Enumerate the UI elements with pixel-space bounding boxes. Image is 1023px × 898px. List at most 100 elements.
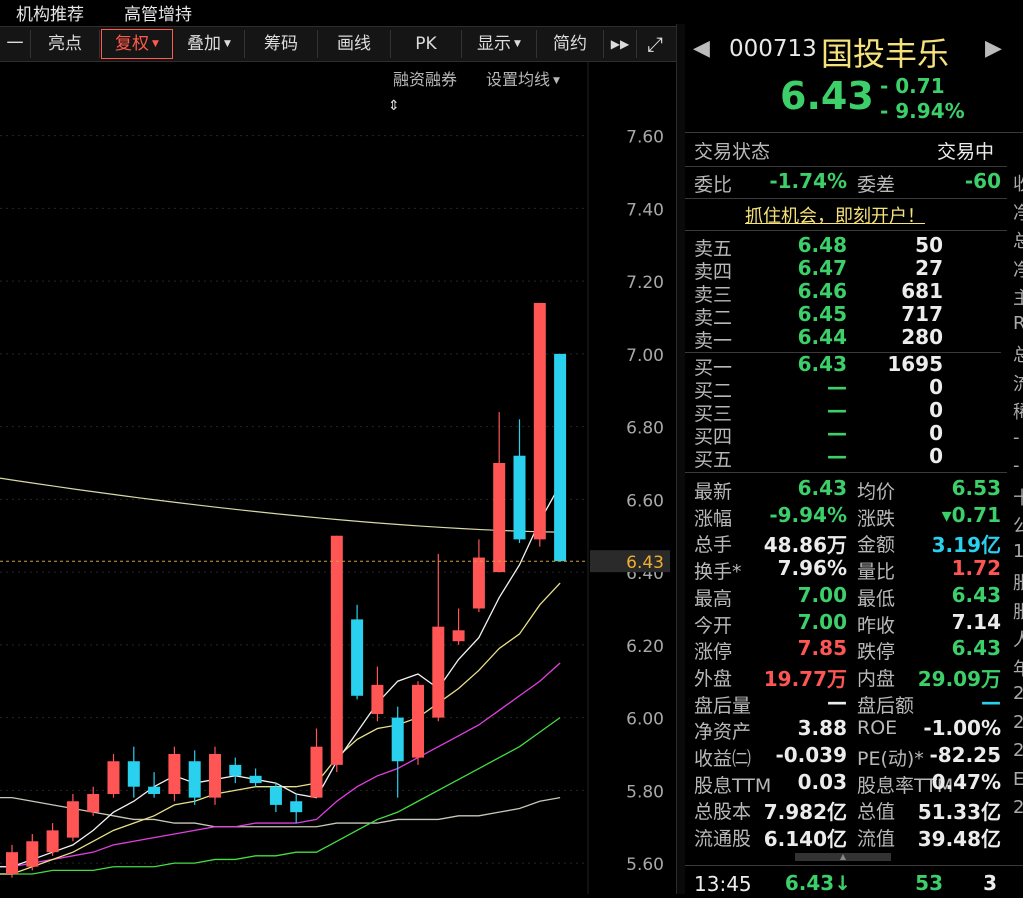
candle-body xyxy=(6,852,18,874)
y-tick-label: 6.00 xyxy=(626,710,664,730)
order-book-label: 买五 xyxy=(694,449,733,471)
edge-text: 流 xyxy=(1013,373,1023,395)
edge-text: 总 xyxy=(1013,231,1023,252)
candle-body xyxy=(412,684,424,758)
ma-settings-dropdown[interactable]: 设置均线 ▼ xyxy=(486,66,560,90)
candle-body xyxy=(452,630,465,642)
stat-label: 收益㈡ xyxy=(694,748,752,770)
candle-body xyxy=(391,717,404,762)
next-stock-icon[interactable]: ▶ xyxy=(985,36,1002,61)
candle-body xyxy=(46,830,59,853)
order-book-price: 6.47 xyxy=(797,256,847,280)
y-tick-label: 6.20 xyxy=(626,637,664,657)
y-tick-label: 7.00 xyxy=(626,346,664,366)
order-book-price: — xyxy=(827,421,847,445)
chevron-down-icon: ▼ xyxy=(152,39,159,49)
edge-text: 收 xyxy=(1013,174,1023,195)
stat-value: -0.039 xyxy=(775,743,847,767)
toolbar-dash[interactable]: 一 xyxy=(0,30,31,58)
collapse-handle-icon[interactable]: ▲ xyxy=(795,853,891,861)
stat-value: 6.140亿 xyxy=(763,827,847,852)
order-book-volume: 27 xyxy=(915,256,943,280)
toolbar-display-button[interactable]: 显示 ▼ xyxy=(462,30,537,58)
tick-count: 3 xyxy=(983,871,997,895)
resize-handle-icon[interactable]: ⇕ xyxy=(388,98,400,114)
tick-volume: 53 xyxy=(915,871,943,895)
nav-tab-executive[interactable]: 高管增持 xyxy=(124,0,192,25)
stat-label: 最高 xyxy=(694,587,733,610)
expand-icon[interactable]: ⤢ xyxy=(637,30,673,58)
toolbar-simple-button[interactable]: 简约 xyxy=(537,30,604,58)
order-book-price: — xyxy=(827,375,847,399)
stat-label: 最低 xyxy=(857,587,896,610)
edge-text: 公 xyxy=(1013,516,1023,537)
order-book-label: 卖一 xyxy=(694,330,733,352)
panel-splitter[interactable] xyxy=(676,24,685,894)
edge-text: 十 xyxy=(1013,487,1023,509)
order-book-volume: 1695 xyxy=(887,352,943,376)
open-account-link[interactable]: 抓住机会，即刻开户！ xyxy=(745,202,925,228)
trade-status-value: 交易中 xyxy=(937,141,995,163)
stat-value: 0.47% xyxy=(931,769,1001,794)
stat-value: 19.77万 xyxy=(763,666,847,691)
candle-body xyxy=(229,764,242,776)
toolbar-adjust-button[interactable]: 复权 ▼ xyxy=(101,29,173,59)
stat-value: -1.00% xyxy=(923,716,1001,741)
edge-text: 2 xyxy=(1013,740,1023,761)
stat-value: 3.19亿 xyxy=(931,533,1001,558)
order-book-volume: 717 xyxy=(901,302,943,326)
toolbar-adjust-label: 复权 xyxy=(115,34,150,54)
edge-text: 1 xyxy=(1013,540,1023,562)
stat-value: 51.33亿 xyxy=(917,800,1001,825)
stat-label: 总手 xyxy=(694,534,733,557)
toolbar-highlight-button[interactable]: 亮点 xyxy=(31,30,100,58)
ma-line-yearly xyxy=(0,477,565,533)
stat-label: 涨停 xyxy=(694,641,733,664)
stat-label: 盘后额 xyxy=(857,694,915,717)
stat-value: 6.43 xyxy=(951,582,1001,607)
edge-text: R xyxy=(1013,312,1023,334)
stat-value: ▾0.71 xyxy=(941,502,1001,527)
stat-label: 跌停 xyxy=(857,641,896,664)
arrow-down-icon: ↓ xyxy=(834,871,851,895)
stat-label: ROE xyxy=(857,717,898,740)
toolbar-pk-button[interactable]: PK xyxy=(391,30,462,58)
edge-text: 年 xyxy=(1013,658,1023,680)
quote-panel: ◀ 000713 国投丰乐 ▶ 6.43 - 0.71 - 9.94% 交易状态… xyxy=(685,24,1023,896)
y-tick-label: 5.80 xyxy=(626,782,664,802)
candle-body xyxy=(371,684,384,714)
stat-value: 39.48亿 xyxy=(917,827,1001,852)
stock-code: 000713 xyxy=(729,36,817,62)
order-book-price: — xyxy=(827,444,847,468)
edge-text: 2 xyxy=(1013,797,1023,818)
candle-body xyxy=(472,557,485,609)
candle-body xyxy=(188,761,201,798)
stat-value: 29.09万 xyxy=(917,666,1001,691)
chevron-down-icon: ▼ xyxy=(514,39,521,49)
candle-body xyxy=(209,753,221,798)
weibi-label: 委比 xyxy=(694,174,733,196)
kline-chart[interactable]: 7.60 7.40 7.20 7.00 6.80 6.60 6.40 6.20 6.00 5.80… xyxy=(0,62,676,894)
toolbar-draw-button[interactable]: 画线 xyxy=(318,30,391,58)
edge-text: 稀 xyxy=(1013,402,1023,423)
nav-tab-institution[interactable]: 机构推荐 xyxy=(16,0,84,25)
toolbar-overlay-label: 叠加 xyxy=(187,34,222,54)
candle-body xyxy=(554,353,567,562)
candle-body xyxy=(432,626,445,718)
prev-stock-icon[interactable]: ◀ xyxy=(693,36,710,61)
margin-trading-link[interactable]: 融资融券 xyxy=(393,66,457,90)
stat-value: 6.53 xyxy=(951,476,1001,500)
ma-settings-label: 设置均线 xyxy=(486,70,551,89)
fast-forward-icon[interactable]: ▶▶ xyxy=(604,30,637,58)
order-book-price: 6.44 xyxy=(797,325,847,349)
toolbar-chips-button[interactable]: 筹码 xyxy=(245,30,318,58)
stat-value: 48.86万 xyxy=(763,533,847,558)
candle-body xyxy=(351,619,364,696)
order-book-volume: 0 xyxy=(929,444,943,468)
y-tick-label: 6.80 xyxy=(626,419,664,439)
stat-value: 7.14 xyxy=(951,609,1001,634)
toolbar-overlay-button[interactable]: 叠加 ▼ xyxy=(174,30,245,58)
order-book-volume: 0 xyxy=(929,421,943,445)
stat-value: 7.00 xyxy=(797,609,847,634)
order-book-price: 6.45 xyxy=(797,302,847,326)
